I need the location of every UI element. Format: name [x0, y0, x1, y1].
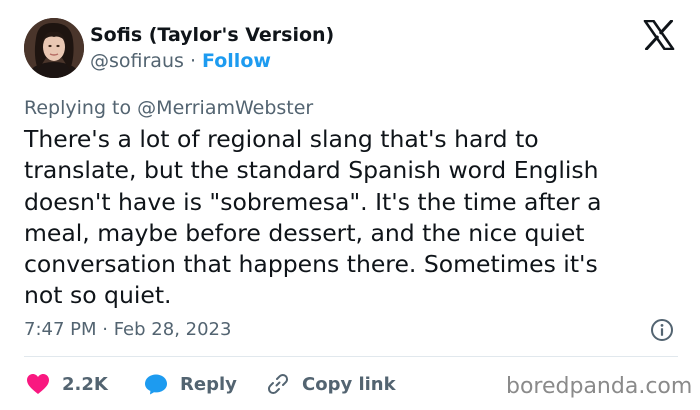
speech-bubble-icon	[145, 374, 167, 395]
tweet-line: translate, but the standard Spanish word…	[24, 156, 599, 185]
like-button[interactable]: 2.2K	[26, 371, 108, 397]
replying-to: Replying to @MerriamWebster	[24, 97, 313, 119]
info-icon[interactable]	[650, 318, 674, 342]
separator-dot: ·	[189, 50, 196, 72]
replying-to-prefix: Replying to	[24, 97, 132, 119]
reply-label: Reply	[180, 373, 237, 395]
author-handle[interactable]: @sofiraus	[90, 50, 184, 72]
x-logo-icon[interactable]	[643, 19, 675, 51]
tweet-line: not so quiet.	[24, 281, 172, 310]
watermark: boredpanda.com	[506, 374, 693, 399]
follow-button[interactable]: Follow	[202, 50, 271, 72]
tweet-line: There's a lot of regional slang that's h…	[24, 125, 539, 153]
reply-button[interactable]: Reply	[144, 371, 237, 397]
divider	[24, 356, 678, 357]
copy-link-button[interactable]: Copy link	[266, 371, 396, 397]
avatar-photo	[24, 18, 84, 78]
link-icon	[267, 373, 289, 395]
replying-to-mention[interactable]: @MerriamWebster	[137, 97, 313, 119]
tweet-line: meal, maybe before dessert, and the nice…	[24, 218, 585, 247]
tweet-line: doesn't have is "sobremesa". It's the ti…	[24, 187, 602, 216]
copy-link-label: Copy link	[302, 373, 396, 395]
tweet-line: conversation that happens there. Sometim…	[24, 250, 598, 279]
like-count: 2.2K	[62, 373, 108, 395]
avatar[interactable]	[24, 18, 84, 78]
tweet-timestamp[interactable]: 7:47 PM · Feb 28, 2023	[24, 319, 231, 340]
author-handle-row: @sofiraus · Follow	[90, 50, 271, 72]
author-display-name[interactable]: Sofis (Taylor's Version)	[90, 24, 334, 46]
tweet-text: There's a lot of regional slang that's h…	[24, 124, 684, 312]
heart-icon	[27, 374, 49, 394]
